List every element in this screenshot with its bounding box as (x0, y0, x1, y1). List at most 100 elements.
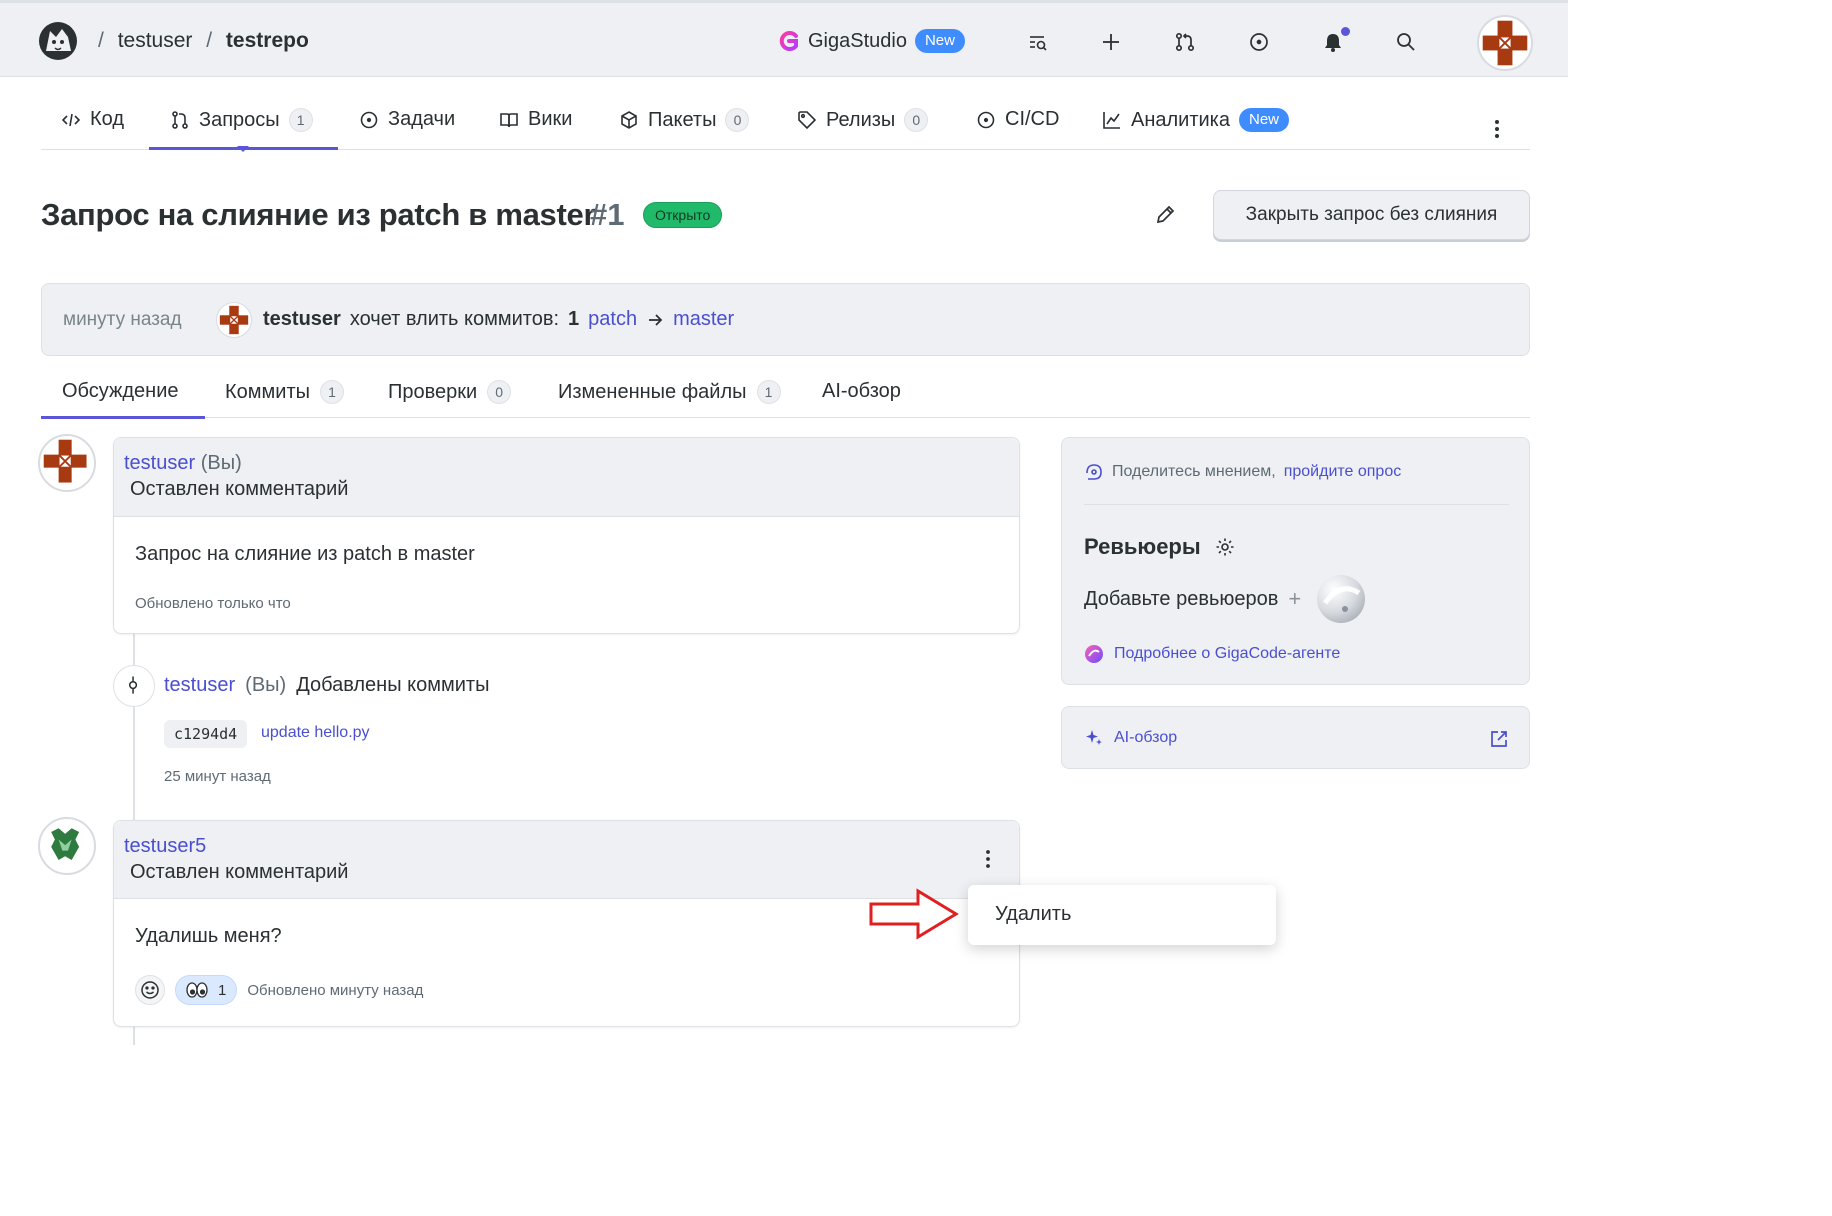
feedback-icon (1086, 464, 1102, 480)
breadcrumb-repo[interactable]: testrepo (226, 29, 309, 52)
info-time: минуту назад (63, 309, 182, 330)
bell-icon[interactable] (1322, 31, 1344, 53)
active-tab-arrow (237, 146, 249, 152)
tab-releases[interactable]: Релизы 0 (797, 108, 929, 132)
tab-issues[interactable]: Задачи (359, 108, 455, 131)
comment-menu-icon[interactable] (978, 848, 998, 870)
logo-icon[interactable] (38, 21, 78, 61)
avatar[interactable] (216, 302, 252, 338)
tab-cicd[interactable]: CI/CD (976, 108, 1059, 131)
count-badge: 1 (756, 380, 781, 404)
comment-card: testuser (Вы) Оставлен комментарий Запро… (113, 437, 1020, 634)
sparkle-icon (1086, 730, 1102, 745)
new-badge: New (914, 29, 965, 53)
gigacode-agent-link[interactable]: Подробнее о GigaCode-агенте (1084, 644, 1340, 664)
event-action: Добавлены коммиты (296, 674, 490, 696)
search-icon[interactable] (1395, 31, 1417, 53)
package-icon (621, 111, 637, 129)
tab-analytics[interactable]: Аналитика New (1102, 108, 1290, 132)
count-badge: 0 (487, 380, 512, 404)
comment-author[interactable]: testuser5 (124, 835, 206, 858)
edit-pencil-icon[interactable] (1154, 204, 1176, 226)
pull-request-icon (172, 111, 188, 129)
gigastudio-link[interactable]: GigaStudio New (778, 29, 965, 53)
commit-count: 1 (568, 308, 580, 330)
arrow-right-icon (649, 313, 663, 326)
pr-number: #1 (590, 197, 625, 232)
tag-icon (798, 111, 817, 130)
ai-review-panel: AI-обзор (1061, 706, 1530, 769)
comment-author[interactable]: testuser (124, 452, 195, 474)
tab-code[interactable]: Код (61, 108, 124, 131)
info-user[interactable]: testuser (263, 308, 341, 331)
event-author[interactable]: testuser (164, 674, 235, 697)
ai-review-link[interactable]: AI-обзор (1084, 728, 1177, 748)
divider (1084, 504, 1509, 505)
comment-dropdown-menu: Удалить (968, 885, 1276, 945)
code-icon (61, 113, 81, 126)
tab-wiki[interactable]: Вики (499, 108, 572, 131)
annotation-arrow-icon (869, 888, 959, 940)
tab-checks[interactable]: Проверки 0 (388, 380, 512, 404)
breadcrumb-owner[interactable]: testuser (118, 29, 193, 52)
tab-ai-review[interactable]: AI-обзор (822, 380, 901, 403)
pull-request-icon[interactable] (1174, 31, 1196, 53)
timeline-line (133, 633, 135, 823)
gigacode-agent-avatar[interactable] (1315, 573, 1367, 625)
tab-discussion[interactable]: Обсуждение (62, 380, 179, 403)
commit-sha[interactable]: c1294d4 (164, 720, 248, 748)
tab-packages[interactable]: Пакеты 0 (619, 108, 750, 132)
gear-icon[interactable] (1215, 537, 1235, 557)
count-badge: 1 (319, 380, 344, 404)
eyes-icon (186, 982, 208, 998)
from-branch-link[interactable]: patch (588, 308, 637, 331)
add-reviewers-button[interactable]: Добавьте ревьюеров + (1084, 586, 1301, 612)
gigastudio-icon (779, 31, 798, 51)
status-badge: Открыто (643, 202, 723, 228)
tab-commits[interactable]: Коммиты 1 (225, 380, 344, 404)
tab-changed-files[interactable]: Измененные файлы 1 (558, 380, 781, 404)
avatar[interactable] (38, 817, 96, 875)
search-list-icon[interactable] (1027, 31, 1049, 53)
discussion-tabs: Обсуждение Коммиты 1 Проверки 0 Измененн… (41, 370, 1530, 419)
avatar[interactable] (38, 434, 96, 492)
external-link-icon[interactable] (1489, 729, 1509, 749)
close-without-merge-button[interactable]: Закрыть запрос без слияния (1213, 190, 1530, 240)
comment-text: Запрос на слияние из patch в master (135, 543, 475, 565)
book-icon (500, 112, 518, 127)
chart-icon (1103, 112, 1120, 129)
delete-menu-item[interactable]: Удалить (995, 903, 1071, 926)
to-branch-link[interactable]: master (673, 308, 734, 331)
smile-icon (141, 981, 159, 999)
issue-icon[interactable] (1248, 31, 1270, 53)
pr-info-bar: минуту назад testuser хочет влить коммит… (41, 283, 1530, 356)
add-reaction-button[interactable] (135, 975, 165, 1005)
user-avatar[interactable] (1477, 15, 1533, 71)
count-badge: 0 (904, 108, 929, 132)
new-badge: New (1239, 108, 1290, 132)
event-time: 25 минут назад (164, 768, 271, 785)
reactions-row: 1 Обновлено минуту назад (135, 975, 423, 1005)
top-navbar: / testuser / testrepo GigaStudio New (0, 0, 1568, 77)
tab-pull-requests[interactable]: Запросы 1 (170, 108, 313, 132)
comment-action: Оставлен комментарий (130, 478, 349, 500)
plus-icon[interactable] (1100, 31, 1122, 53)
reaction-count: 1 (218, 981, 227, 999)
pr-title: Запрос на слияние из patch в master (41, 197, 596, 232)
comment-action: Оставлен комментарий (130, 861, 349, 883)
breadcrumb: / testuser / testrepo (98, 29, 309, 52)
gigastudio-label: GigaStudio (808, 29, 907, 52)
more-options-icon[interactable] (1485, 117, 1509, 141)
active-tab-indicator (41, 416, 205, 419)
commit-node-icon (113, 665, 155, 707)
count-badge: 1 (288, 108, 313, 132)
timeline-line (133, 1025, 135, 1045)
comment-text: Удалишь меня? (135, 925, 282, 947)
repo-tabs: Код Запросы 1 Задачи Вики Пакеты 0 Релиз… (41, 96, 1530, 152)
info-text: testuser хочет влить коммитов: 1 patch m… (263, 308, 735, 331)
commit-message-link[interactable]: update hello.py (261, 724, 370, 742)
count-badge: 0 (725, 108, 750, 132)
reaction-eyes[interactable]: 1 (175, 975, 238, 1005)
survey-link[interactable]: пройдите опрос (1284, 463, 1402, 481)
gigacode-icon (1085, 645, 1103, 663)
